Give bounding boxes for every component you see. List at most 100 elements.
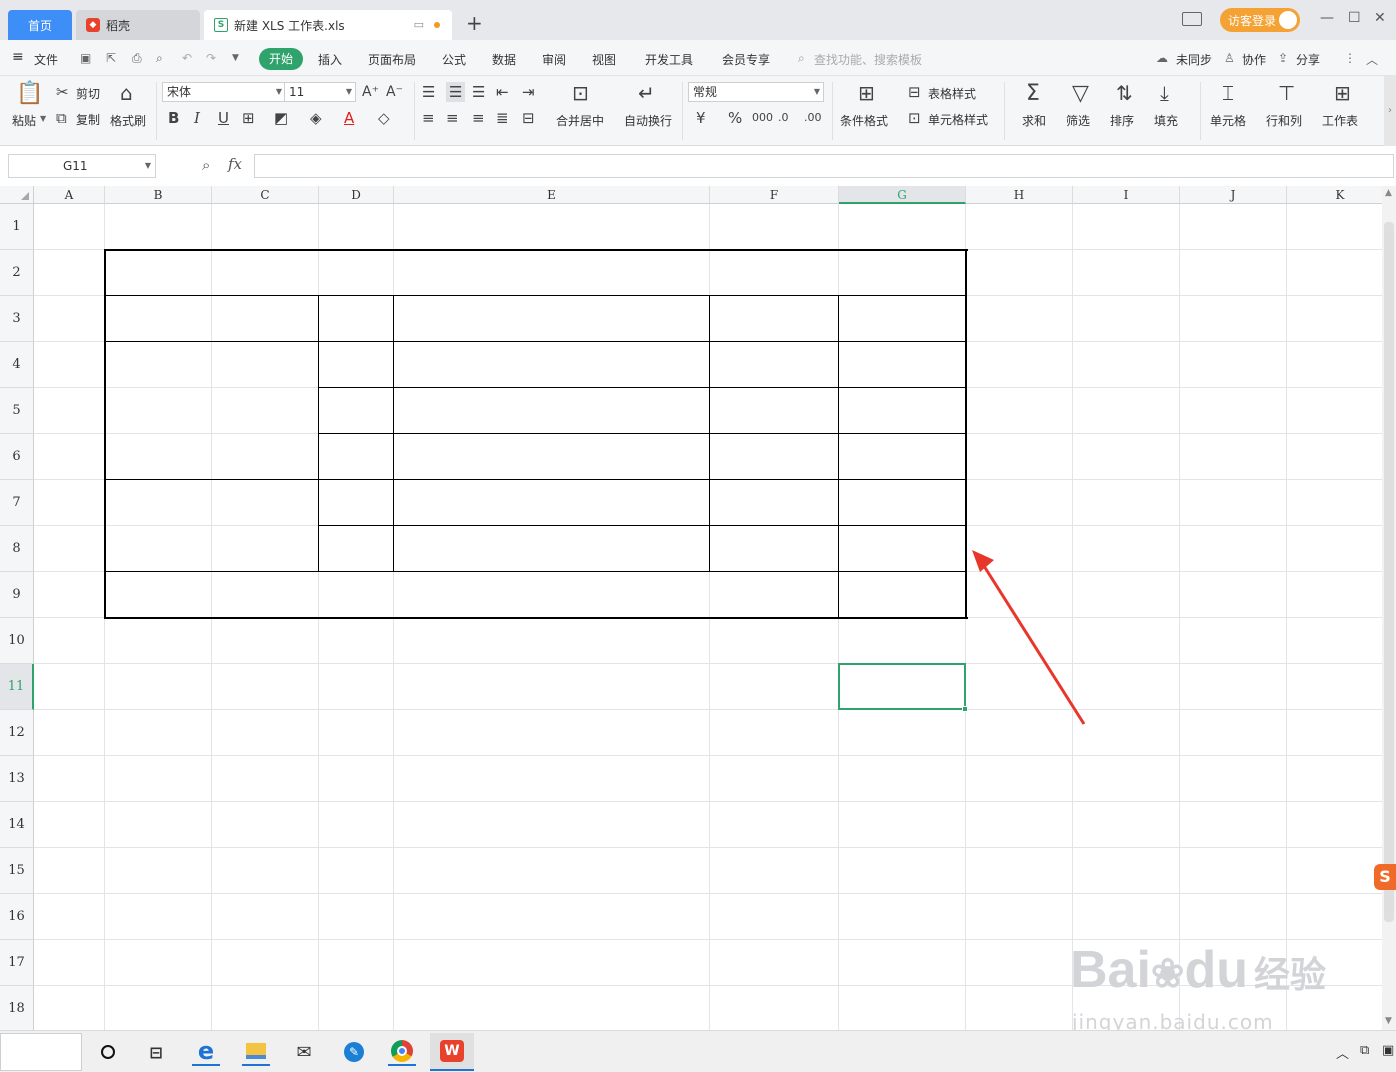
menu-review[interactable]: 审阅 [542,51,566,68]
fx-icon[interactable]: fx [228,155,242,173]
copy-button[interactable]: 复制 [76,111,100,128]
align-bottom-icon[interactable]: ☰ [472,84,485,100]
login-button[interactable]: 访客登录 [1220,8,1300,32]
collapse-ribbon-icon[interactable]: ︿ [1366,51,1378,68]
scroll-thumb[interactable] [1384,222,1394,922]
more-icon[interactable]: ⋮ [1344,51,1356,65]
tray-app-icon[interactable]: ⧉ [1360,1043,1369,1058]
wps-taskbar-button[interactable]: W [430,1033,474,1071]
sync-status[interactable]: 未同步 [1176,51,1212,68]
sum-button[interactable]: 求和 [1022,112,1046,129]
worksheet-icon[interactable]: ⊞ [1334,82,1351,104]
share-button[interactable]: 分享 [1296,51,1320,68]
tray-network-icon[interactable]: ▣ [1382,1043,1394,1058]
decrease-decimal-icon[interactable]: .00 [804,110,822,126]
zoom-search-icon[interactable]: ⌕ [202,156,210,174]
filter-button[interactable]: 筛选 [1066,112,1090,129]
tab-daoke[interactable]: ◆ 稻壳 [76,10,200,40]
conditional-format-button[interactable]: 条件格式 [840,112,888,129]
preview-icon[interactable]: ⌕ [156,51,163,66]
vertical-scrollbar[interactable]: ▲ ▼ [1382,186,1396,1030]
merge-center-button[interactable]: 合并居中 [556,112,604,129]
close-icon[interactable]: ✕ [1374,10,1386,26]
name-box[interactable]: G11 ▼ [8,154,156,178]
paste-icon[interactable]: 📋 [16,82,43,106]
menu-member[interactable]: 会员专享 [722,51,770,68]
maximize-icon[interactable]: ☐ [1348,10,1361,26]
menu-view[interactable]: 视图 [592,51,616,68]
sum-icon[interactable]: Σ [1026,82,1040,106]
menu-data[interactable]: 数据 [492,51,516,68]
new-tab-button[interactable]: + [466,12,483,34]
currency-icon[interactable]: ¥ [696,110,706,126]
menu-formula[interactable]: 公式 [442,51,466,68]
scissors-icon[interactable]: ✂ [56,84,69,100]
save-icon[interactable]: ▣ [80,51,91,65]
tab-file[interactable]: S 新建 XLS 工作表.xls ▭ [204,10,452,40]
minimize-icon[interactable]: — [1320,10,1334,26]
undo-icon[interactable]: ↶ [182,51,192,65]
font-name-select[interactable]: 宋体 ▼ [162,82,286,102]
format-painter-icon[interactable]: ⌂ [120,82,133,104]
menu-developer[interactable]: 开发工具 [645,51,693,68]
redo-icon[interactable]: ↷ [206,51,216,65]
cell-button[interactable]: 单元格 [1210,112,1246,129]
decrease-font-icon[interactable]: A⁻ [386,84,403,100]
number-format-select[interactable]: 常规 ▼ [688,82,824,102]
paste-dropdown-icon[interactable]: ▼ [40,114,46,123]
paste-button[interactable]: 粘贴 [12,112,36,129]
row-col-button[interactable]: 行和列 [1266,112,1302,129]
layout-icon[interactable] [1182,12,1202,26]
format-painter-button[interactable]: 格式刷 [110,112,146,129]
edge-icon[interactable]: e [192,1037,220,1066]
indent-decrease-icon[interactable]: ⇤ [496,84,509,100]
underline-icon[interactable]: U [218,110,229,126]
taskbar-search-box[interactable] [0,1033,82,1071]
wrap-text-icon[interactable]: ↵ [638,82,655,104]
thousands-icon[interactable]: 000 [752,110,773,126]
merge-center-icon[interactable]: ⊡ [572,82,589,104]
distribute-icon[interactable]: ⊟ [522,110,535,126]
task-view-icon[interactable]: ⊟ [142,1038,170,1066]
worksheet-button[interactable]: 工作表 [1322,112,1358,129]
chrome-icon[interactable] [388,1038,416,1066]
align-center-icon[interactable]: ≡ [446,110,459,126]
increase-decimal-icon[interactable]: .0 [778,110,789,126]
table-style-icon[interactable]: ⊟ [908,84,921,100]
table-style-button[interactable]: 表格样式 [928,85,976,102]
menu-file[interactable]: 文件 [34,51,58,68]
cell-style-button[interactable]: 单元格样式 [928,111,988,128]
menu-page-layout[interactable]: 页面布局 [368,51,416,68]
fill-button[interactable]: 填充 [1154,112,1178,129]
cell-style-icon[interactable]: ⊡ [908,110,921,126]
mail-icon[interactable]: ✉ [290,1038,318,1066]
highlight-icon[interactable]: ◈ [310,110,322,126]
justify-icon[interactable]: ≣ [496,110,509,126]
tab-start[interactable]: 开始 [259,48,303,70]
indent-increase-icon[interactable]: ⇥ [522,84,535,100]
collab-button[interactable]: 协作 [1242,51,1266,68]
spreadsheet-grid[interactable]: ABCDEFGHIJK 1 2 3 4 5 6 7 8 9 10 11 12 13 14 15 16 17 18 [0,186,1382,1030]
print-icon[interactable]: ⎙ [132,51,142,66]
conditional-format-icon[interactable]: ⊞ [858,82,875,104]
align-top-icon[interactable]: ☰ [422,84,435,100]
wrap-text-button[interactable]: 自动换行 [624,112,672,129]
tray-chevron-up-icon[interactable]: ︿ [1336,1043,1349,1062]
border-icon[interactable]: ⊞ [242,110,255,126]
sort-button[interactable]: 排序 [1110,112,1134,129]
bold-icon[interactable]: B [168,110,179,126]
export-icon[interactable]: ⇱ [106,51,116,65]
scroll-up-icon[interactable]: ▲ [1385,188,1392,198]
menu-insert[interactable]: 插入 [318,51,342,68]
monitor-icon[interactable]: ▭ [414,18,424,31]
sogou-ime-icon[interactable]: S [1374,864,1396,890]
align-middle-icon[interactable]: ☰ [446,82,466,102]
percent-icon[interactable]: % [728,110,742,126]
formula-input[interactable] [254,154,1394,178]
filter-icon[interactable]: ▽ [1072,82,1089,106]
quick-access-more-icon[interactable]: ▼ [232,53,239,63]
increase-font-icon[interactable]: A⁺ [362,84,379,100]
cell-icon[interactable]: ⌶ [1222,82,1234,104]
function-search-input[interactable]: 查找功能、搜索模板 [814,51,922,68]
copy-icon[interactable]: ⧉ [56,110,67,126]
